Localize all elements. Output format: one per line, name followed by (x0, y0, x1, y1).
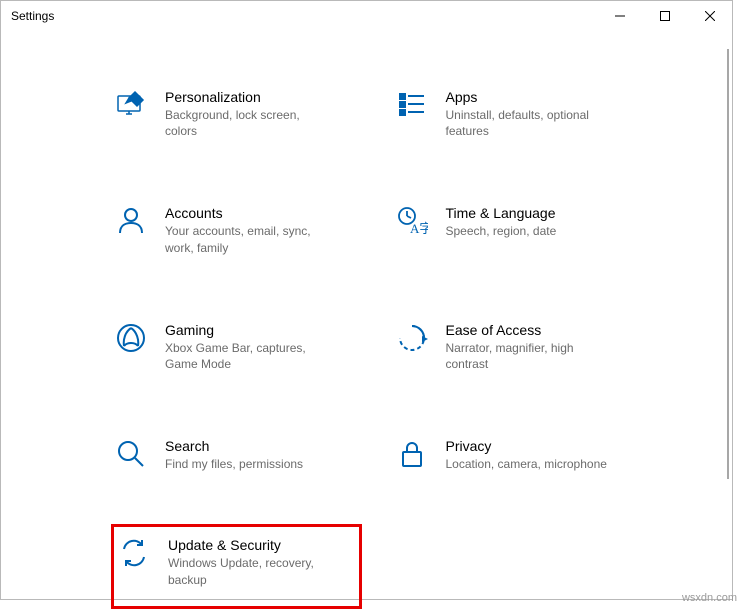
category-text: Search Find my files, permissions (165, 438, 358, 472)
privacy-icon (396, 438, 428, 470)
watermark: wsxdn.com (682, 592, 737, 604)
category-desc: Xbox Game Bar, captures, Game Mode (165, 340, 335, 372)
scrollbar-thumb[interactable] (727, 49, 729, 479)
category-desc: Location, camera, microphone (446, 456, 616, 472)
category-desc: Background, lock screen, colors (165, 107, 335, 139)
category-desc: Find my files, permissions (165, 456, 335, 472)
category-title: Ease of Access (446, 322, 639, 338)
category-title: Time & Language (446, 205, 639, 221)
maximize-button[interactable] (642, 1, 687, 31)
category-personalization[interactable]: Personalization Background, lock screen,… (111, 81, 362, 147)
category-desc: Windows Update, recovery, backup (168, 555, 338, 587)
category-text: Accounts Your accounts, email, sync, wor… (165, 205, 358, 255)
category-title: Search (165, 438, 358, 454)
category-title: Privacy (446, 438, 639, 454)
gaming-icon (115, 322, 147, 354)
category-text: Personalization Background, lock screen,… (165, 89, 358, 139)
category-text: Time & Language Speech, region, date (446, 205, 639, 239)
category-text: Update & Security Windows Update, recove… (168, 537, 355, 587)
category-accounts[interactable]: Accounts Your accounts, email, sync, wor… (111, 197, 362, 263)
search-icon (115, 438, 147, 470)
minimize-button[interactable] (597, 1, 642, 31)
category-text: Apps Uninstall, defaults, optional featu… (446, 89, 639, 139)
accounts-icon (115, 205, 147, 237)
category-desc: Uninstall, defaults, optional features (446, 107, 616, 139)
personalization-icon (115, 89, 147, 121)
category-update-security[interactable]: Update & Security Windows Update, recove… (111, 524, 362, 608)
close-button[interactable] (687, 1, 732, 31)
svg-text:A字: A字 (410, 221, 428, 236)
category-desc: Speech, region, date (446, 223, 616, 239)
time-language-icon: A字 (396, 205, 428, 237)
category-title: Accounts (165, 205, 358, 221)
ease-of-access-icon (396, 322, 428, 354)
category-privacy[interactable]: Privacy Location, camera, microphone (392, 430, 643, 480)
window-controls (597, 1, 732, 31)
settings-grid: Personalization Background, lock screen,… (1, 31, 732, 609)
category-apps[interactable]: Apps Uninstall, defaults, optional featu… (392, 81, 643, 147)
category-desc: Your accounts, email, sync, work, family (165, 223, 335, 255)
category-search[interactable]: Search Find my files, permissions (111, 430, 362, 480)
category-text: Gaming Xbox Game Bar, captures, Game Mod… (165, 322, 358, 372)
apps-icon (396, 89, 428, 121)
settings-window: Settings Personalization (0, 0, 733, 600)
category-title: Personalization (165, 89, 358, 105)
category-desc: Narrator, magnifier, high contrast (446, 340, 616, 372)
category-text: Ease of Access Narrator, magnifier, high… (446, 322, 639, 372)
category-time-language[interactable]: A字 Time & Language Speech, region, date (392, 197, 643, 263)
category-text: Privacy Location, camera, microphone (446, 438, 639, 472)
scrollbar[interactable] (726, 49, 730, 589)
category-title: Apps (446, 89, 639, 105)
window-title: Settings (11, 9, 54, 23)
category-title: Update & Security (168, 537, 355, 553)
update-security-icon (118, 537, 150, 569)
category-title: Gaming (165, 322, 358, 338)
category-ease-of-access[interactable]: Ease of Access Narrator, magnifier, high… (392, 314, 643, 380)
category-gaming[interactable]: Gaming Xbox Game Bar, captures, Game Mod… (111, 314, 362, 380)
